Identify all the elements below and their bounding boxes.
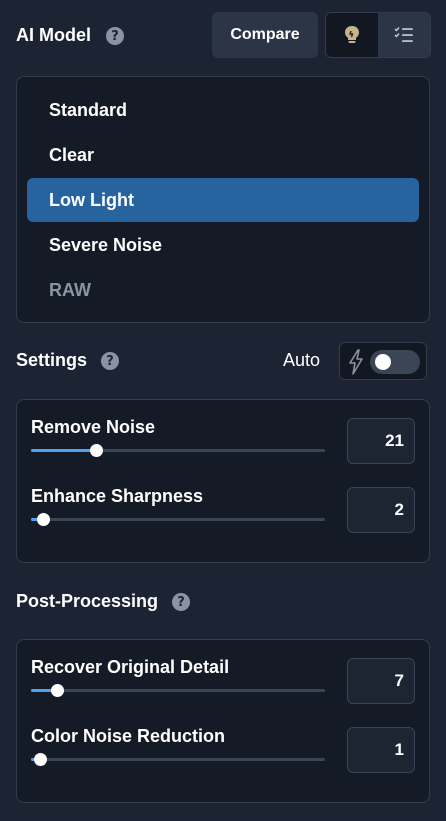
model-item-raw[interactable]: RAW — [27, 268, 419, 312]
auto-switch-knob[interactable] — [375, 354, 391, 370]
compare-button[interactable]: Compare — [212, 12, 318, 58]
auto-switch-track[interactable] — [370, 350, 420, 374]
enhance-sharpness-slider[interactable] — [31, 513, 325, 526]
remove-noise-slider[interactable] — [31, 444, 325, 457]
view-toggle — [325, 12, 431, 58]
color-noise-slider[interactable] — [31, 753, 325, 766]
model-item-severe-noise[interactable]: Severe Noise — [27, 223, 419, 267]
slider-thumb[interactable] — [89, 444, 103, 457]
bulb-view-button[interactable] — [326, 13, 378, 57]
slider-thumb[interactable] — [36, 513, 50, 526]
auto-toggle[interactable] — [339, 342, 427, 380]
model-list: Standard Clear Low Light Severe Noise RA… — [16, 76, 430, 323]
enhance-sharpness-label: Enhance Sharpness — [31, 486, 204, 506]
color-noise-value[interactable]: 1 — [347, 727, 415, 773]
remove-noise-label: Remove Noise — [31, 417, 156, 437]
lightning-icon — [349, 349, 363, 375]
enhance-sharpness-value[interactable]: 2 — [347, 487, 415, 533]
post-processing-panel: Recover Original Detail 7 Color Noise Re… — [16, 639, 430, 803]
help-icon[interactable]: ? — [172, 593, 190, 611]
model-item-low-light[interactable]: Low Light — [27, 178, 419, 222]
recover-detail-slider[interactable] — [31, 684, 325, 697]
slider-thumb[interactable] — [33, 753, 47, 766]
settings-panel: Remove Noise 21 Enhance Sharpness 2 — [16, 399, 430, 563]
slider-fill — [31, 449, 96, 452]
remove-noise-value[interactable]: 21 — [347, 418, 415, 464]
auto-label: Auto — [283, 350, 321, 370]
model-item-standard[interactable]: Standard — [27, 88, 419, 132]
color-noise-label: Color Noise Reduction — [31, 726, 226, 746]
post-processing-title: Post-Processing — [16, 591, 159, 611]
help-icon[interactable]: ? — [101, 352, 119, 370]
list-icon — [394, 27, 413, 42]
list-view-button[interactable] — [378, 13, 430, 57]
recover-detail-label: Recover Original Detail — [31, 657, 230, 677]
model-item-clear[interactable]: Clear — [27, 133, 419, 177]
ai-model-title: AI Model — [16, 25, 91, 45]
recover-detail-value[interactable]: 7 — [347, 658, 415, 704]
settings-title: Settings — [16, 350, 88, 370]
slider-thumb[interactable] — [51, 684, 65, 697]
help-icon[interactable]: ? — [106, 27, 124, 45]
bulb-icon — [345, 26, 359, 43]
